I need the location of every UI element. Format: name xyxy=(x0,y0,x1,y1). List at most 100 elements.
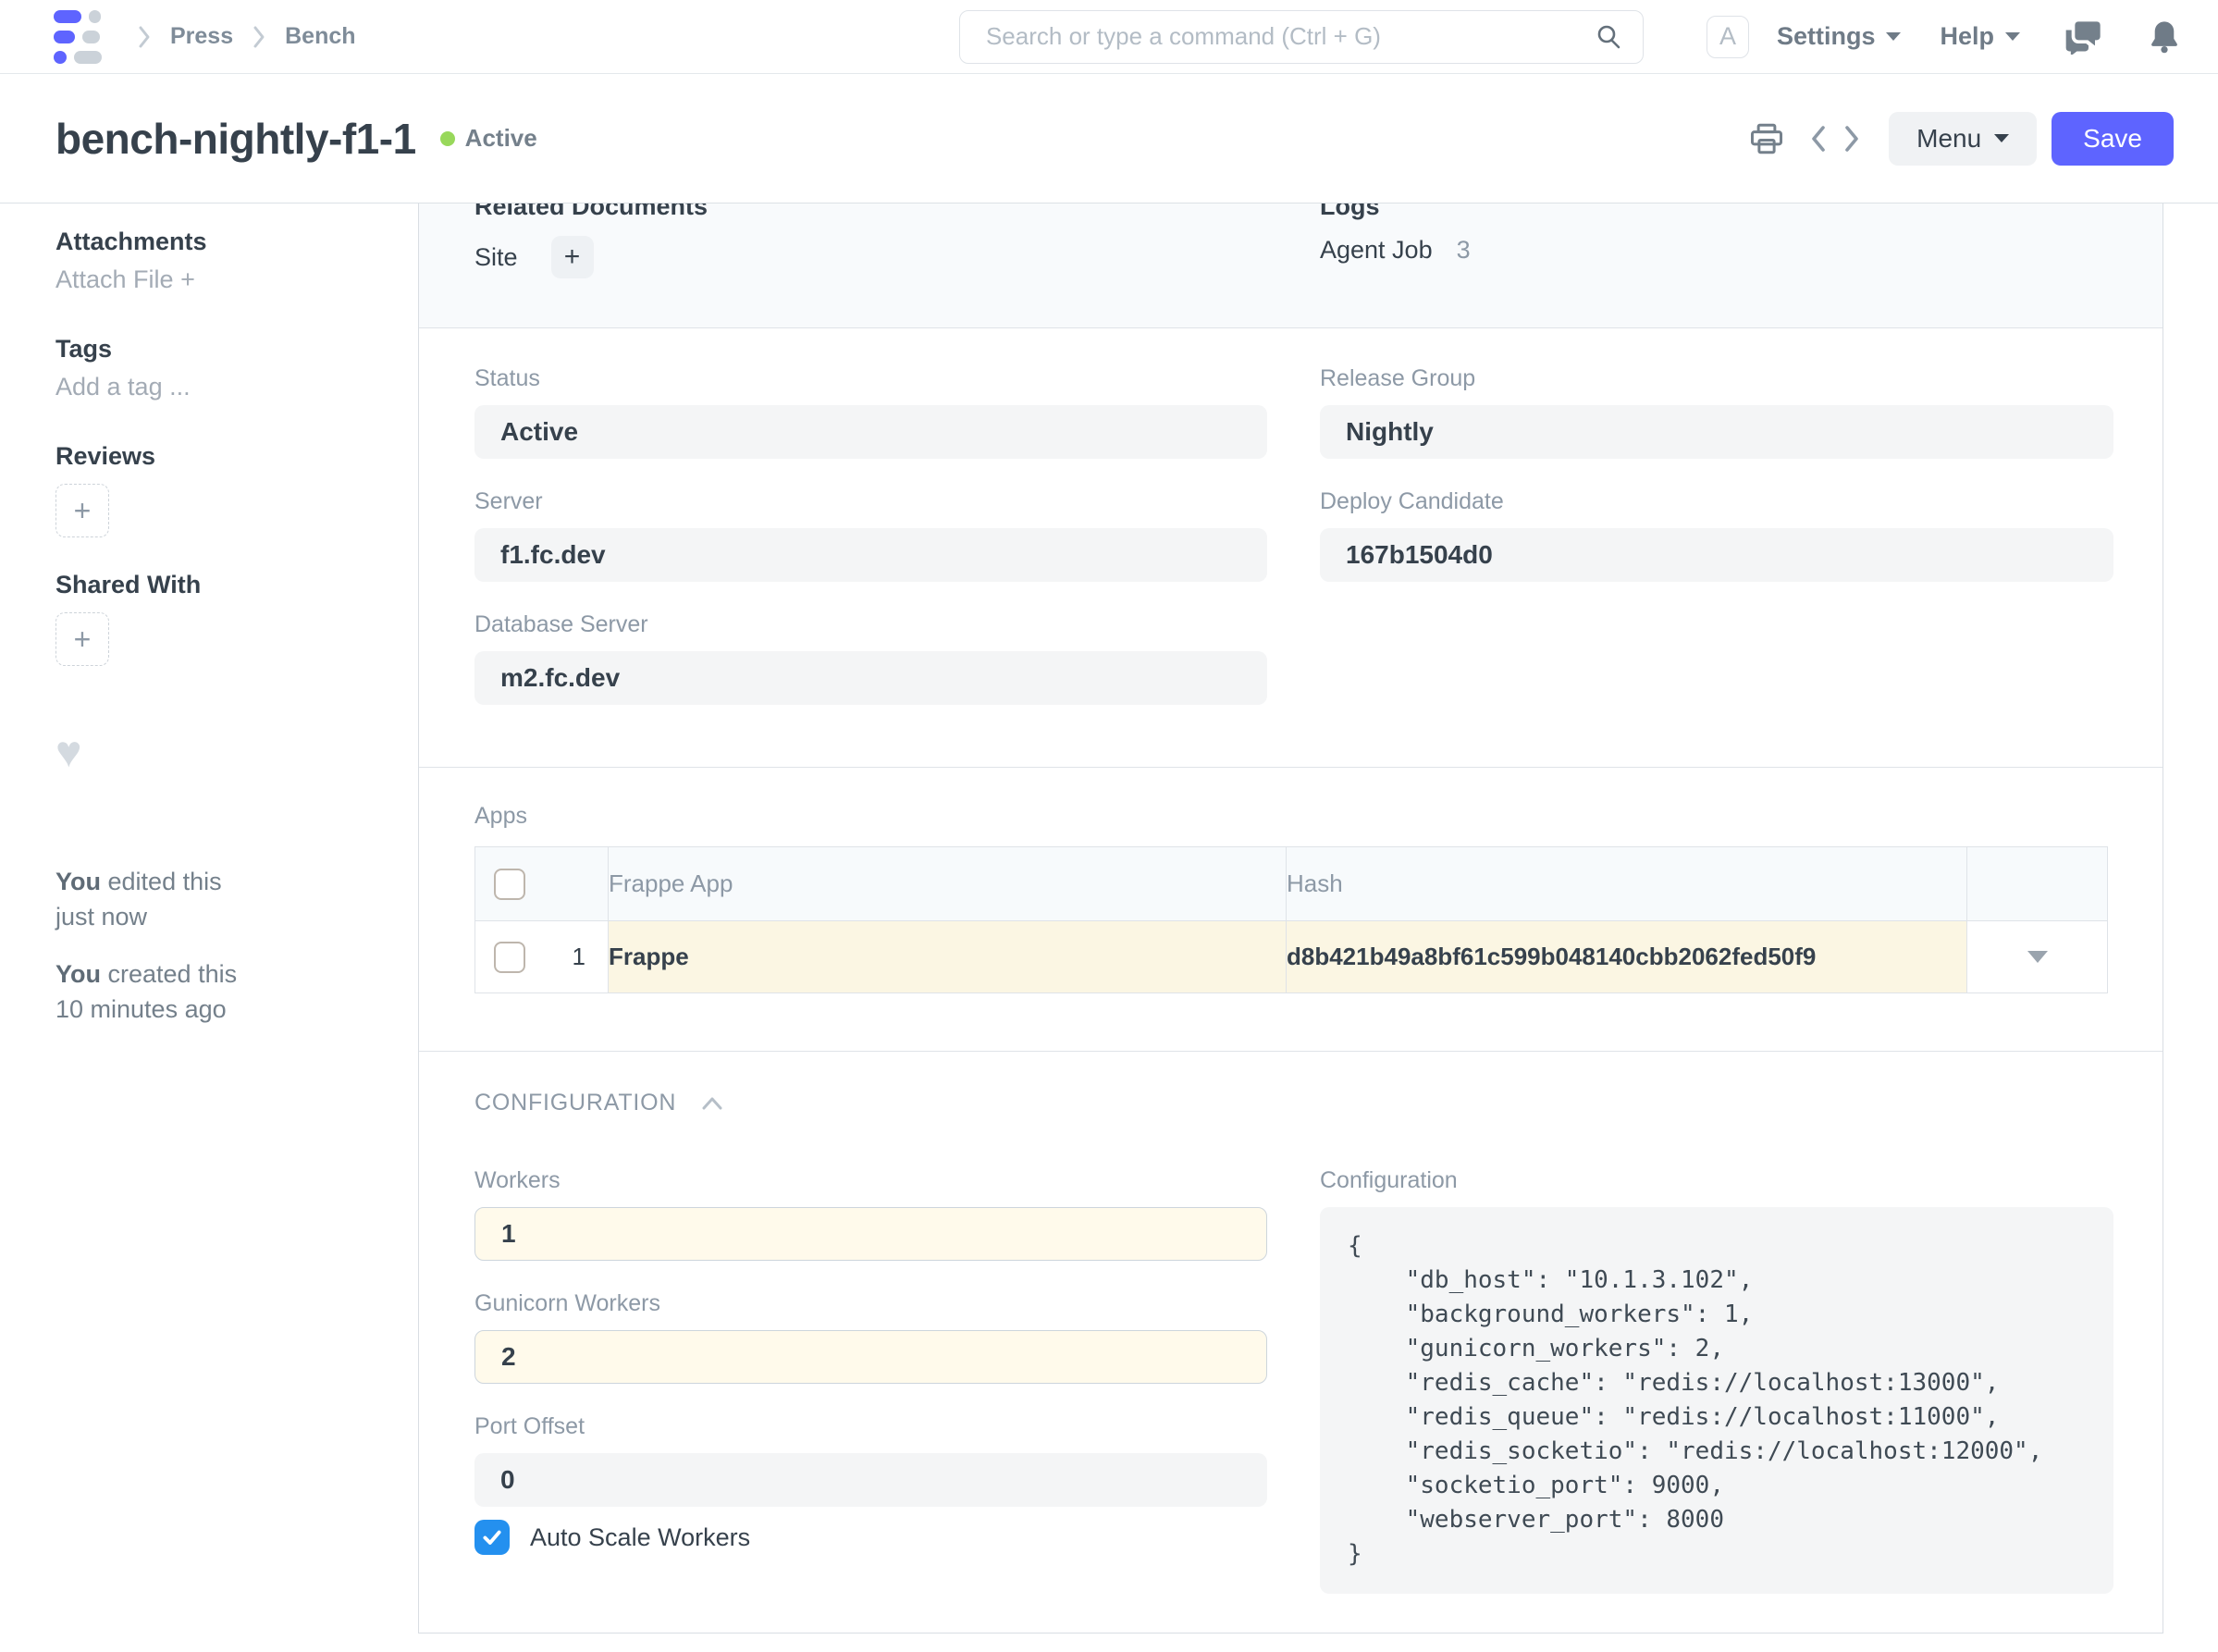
row-index: 1 xyxy=(573,943,585,971)
port-offset-label: Port Offset xyxy=(474,1413,1267,1440)
app-logo-icon[interactable] xyxy=(54,10,102,64)
server-field[interactable]: f1.fc.dev xyxy=(474,528,1267,582)
related-documents-col: Related Documents Site + xyxy=(474,203,1267,327)
chevron-up-icon xyxy=(700,1095,724,1112)
apps-grid-label: Apps xyxy=(474,803,2107,830)
site-link[interactable]: Site xyxy=(474,243,518,272)
layout: Attachments Attach File + Tags Add a tag… xyxy=(0,203,2218,1652)
created-activity: You created this 10 minutes ago xyxy=(55,956,381,1027)
reviews-heading: Reviews xyxy=(55,442,381,471)
agent-job-count: 3 xyxy=(1457,236,1471,265)
chevron-down-icon xyxy=(1886,32,1901,41)
col-frappe-app: Frappe App xyxy=(609,847,1287,921)
plus-icon: + xyxy=(74,494,92,528)
auto-scale-label[interactable]: Auto Scale Workers xyxy=(530,1523,750,1552)
bell-icon[interactable] xyxy=(2146,19,2183,55)
configuration-label: Configuration xyxy=(1320,1167,2113,1194)
global-search[interactable] xyxy=(959,10,1644,64)
deploy-candidate-label: Deploy Candidate xyxy=(1320,488,2113,515)
add-review-button[interactable]: + xyxy=(55,484,109,537)
chevron-right-icon xyxy=(137,25,152,49)
menu-button[interactable]: Menu xyxy=(1889,112,2037,166)
search-icon[interactable] xyxy=(1595,23,1622,51)
related-documents-heading: Related Documents xyxy=(474,203,1267,221)
apps-section: Apps Frappe App Hash xyxy=(419,768,2163,1052)
port-offset-field[interactable]: 0 xyxy=(474,1453,1267,1507)
col-hash: Hash xyxy=(1287,847,1967,921)
breadcrumb-press[interactable]: Press xyxy=(170,23,233,50)
app-name-cell[interactable]: Frappe xyxy=(609,921,1287,993)
navbar: Press Bench A Settings Help xyxy=(0,0,2218,74)
edited-activity: You edited this just now xyxy=(55,864,381,934)
gunicorn-workers-label: Gunicorn Workers xyxy=(474,1290,1267,1317)
workers-input[interactable]: 1 xyxy=(474,1207,1267,1261)
chevron-left-icon xyxy=(1807,123,1831,154)
deploy-candidate-field[interactable]: 167b1504d0 xyxy=(1320,528,2113,582)
attach-file-button[interactable]: Attach File + xyxy=(55,265,381,294)
like-heart-icon[interactable]: ♥ xyxy=(55,731,381,775)
attachments-heading: Attachments xyxy=(55,228,381,256)
release-group-field[interactable]: Nightly xyxy=(1320,405,2113,459)
apps-header-row: Frappe App Hash xyxy=(475,847,2108,921)
breadcrumb: Press Bench xyxy=(137,23,356,50)
logs-heading: Logs xyxy=(1320,203,2113,221)
select-all-checkbox[interactable] xyxy=(494,869,525,900)
auto-scale-checkbox[interactable] xyxy=(474,1520,510,1555)
status-dot-icon xyxy=(440,131,455,146)
database-server-label: Database Server xyxy=(474,611,1267,638)
prev-doc-button[interactable] xyxy=(1807,123,1831,154)
database-server-field[interactable]: m2.fc.dev xyxy=(474,651,1267,705)
settings-menu[interactable]: Settings xyxy=(1777,22,1902,51)
search-input[interactable] xyxy=(984,21,1595,52)
configuration-json: { "db_host": "10.1.3.102", "background_w… xyxy=(1348,1229,2086,1572)
gunicorn-workers-input[interactable]: 2 xyxy=(474,1330,1267,1384)
status-indicator: Active xyxy=(440,124,537,153)
page-head: bench-nightly-f1-1 Active Menu Save xyxy=(0,74,2218,203)
row-dropdown[interactable] xyxy=(1967,921,2107,992)
add-site-button[interactable]: + xyxy=(551,236,594,278)
sidebar: Attachments Attach File + Tags Add a tag… xyxy=(0,203,418,1027)
tags-heading: Tags xyxy=(55,335,381,364)
form-dashboard: Related Documents Site + Logs Agent Job … xyxy=(419,203,2163,328)
server-label: Server xyxy=(474,488,1267,515)
configuration-json-box: { "db_host": "10.1.3.102", "background_w… xyxy=(1320,1207,2113,1594)
chevron-down-icon xyxy=(1994,134,2009,142)
config-right-col: Configuration { "db_host": "10.1.3.102",… xyxy=(1320,1167,2113,1596)
status-label: Status xyxy=(474,365,1267,392)
details-right-col: Release Group Nightly Deploy Candidate 1… xyxy=(1320,365,2113,767)
help-menu[interactable]: Help xyxy=(1940,22,2020,51)
check-icon xyxy=(480,1525,504,1549)
plus-icon: + xyxy=(74,623,92,657)
print-button[interactable] xyxy=(1750,123,1783,154)
navbar-right: A Settings Help xyxy=(1707,16,2183,58)
printer-icon xyxy=(1750,123,1783,154)
add-tag-input[interactable]: Add a tag ... xyxy=(55,373,381,401)
add-share-button[interactable]: + xyxy=(55,612,109,666)
chevron-down-icon xyxy=(2027,951,2048,963)
app-hash-cell[interactable]: d8b421b49a8bf61c599b048140cbb2062fed50f9 xyxy=(1287,921,1967,993)
apps-row: 1 Frappe d8b421b49a8bf61c599b048140cbb20… xyxy=(475,921,2108,993)
chevron-right-icon xyxy=(1839,123,1863,154)
breadcrumb-bench[interactable]: Bench xyxy=(285,23,355,50)
auto-scale-row: Auto Scale Workers xyxy=(474,1520,1267,1555)
details-left-col: Status Active Server f1.fc.dev Database … xyxy=(474,365,1267,767)
configuration-section-toggle[interactable]: CONFIGURATION xyxy=(474,1089,2113,1117)
workers-label: Workers xyxy=(474,1167,1267,1194)
status-text: Active xyxy=(465,124,537,153)
configuration-section: CONFIGURATION Workers 1 Gunicorn Workers… xyxy=(419,1052,2163,1633)
release-group-label: Release Group xyxy=(1320,365,2113,392)
config-left-col: Workers 1 Gunicorn Workers 2 Port Offset… xyxy=(474,1167,1267,1596)
chat-icon[interactable] xyxy=(2064,19,2101,55)
plus-icon: + xyxy=(564,241,581,273)
logs-col: Logs Agent Job 3 xyxy=(1320,203,2113,327)
main-form: Related Documents Site + Logs Agent Job … xyxy=(418,203,2163,1634)
next-doc-button[interactable] xyxy=(1839,123,1863,154)
page-actions: Menu Save xyxy=(1750,112,2174,166)
page-title[interactable]: bench-nightly-f1-1 xyxy=(55,114,416,164)
avatar[interactable]: A xyxy=(1707,16,1749,58)
agent-job-link[interactable]: Agent Job xyxy=(1320,236,1433,265)
status-field[interactable]: Active xyxy=(474,405,1267,459)
row-checkbox[interactable] xyxy=(494,942,525,973)
save-button[interactable]: Save xyxy=(2052,112,2174,166)
apps-table: Frappe App Hash 1 Frappe xyxy=(474,846,2108,993)
